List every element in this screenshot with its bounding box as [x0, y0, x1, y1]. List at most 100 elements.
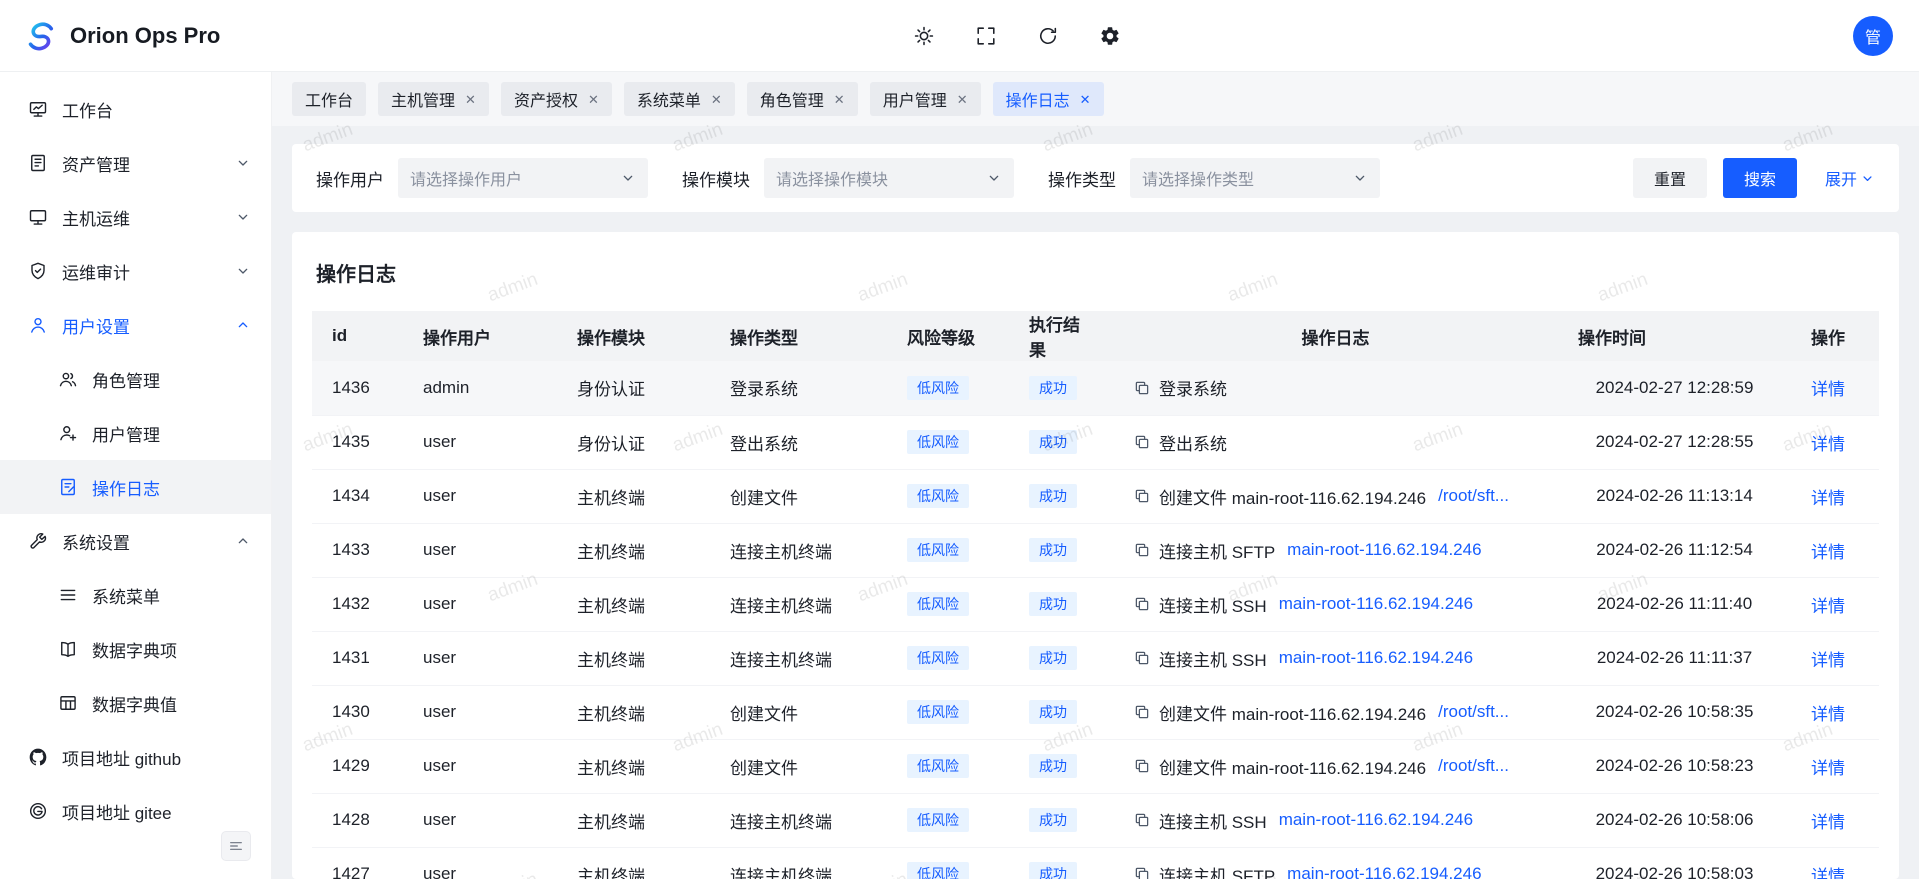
action-cell: 详情: [1791, 469, 1879, 523]
type-cell: 登出系统: [710, 415, 887, 469]
reset-button[interactable]: 重置: [1633, 158, 1707, 198]
fullscreen-icon[interactable]: [975, 25, 997, 47]
search-button[interactable]: 搜索: [1723, 158, 1797, 198]
id-cell: 1430: [312, 685, 403, 739]
detail-link[interactable]: 详情: [1811, 705, 1845, 724]
sidebar-item[interactable]: 操作日志: [0, 460, 271, 514]
operation-log-icon: [58, 477, 78, 497]
tab-close-icon[interactable]: ✕: [834, 93, 845, 106]
log-link[interactable]: main-root-116.62.194.246: [1279, 594, 1473, 614]
log-table: id 操作用户 操作模块 操作类型 风险等级 执行结果: [312, 311, 1879, 879]
log-link[interactable]: main-root-116.62.194.246: [1279, 648, 1473, 668]
sidebar-item[interactable]: 项目地址 github: [0, 730, 271, 784]
log-text: 连接主机 SFTP: [1159, 538, 1275, 563]
tab-chip[interactable]: 操作日志 ✕: [993, 82, 1104, 116]
risk-tag: 低风险: [907, 538, 969, 562]
tab-label: 资产授权: [514, 87, 578, 111]
detail-link[interactable]: 详情: [1811, 813, 1845, 832]
type-cell: 登录系统: [710, 361, 887, 415]
audit-icon: [28, 261, 48, 281]
log-link[interactable]: main-root-116.62.194.246: [1287, 540, 1481, 560]
sidebar-item[interactable]: 系统菜单: [0, 568, 271, 622]
detail-link[interactable]: 详情: [1811, 489, 1845, 508]
expand-link[interactable]: 展开: [1825, 166, 1875, 190]
sidebar-item[interactable]: 角色管理: [0, 352, 271, 406]
sidebar-item[interactable]: 用户管理: [0, 406, 271, 460]
log-link[interactable]: main-root-116.62.194.246: [1279, 810, 1473, 830]
user-cell: user: [403, 577, 557, 631]
log-link[interactable]: main-root-116.62.194.246: [1287, 864, 1481, 879]
id-cell: 1433: [312, 523, 403, 577]
tab-chip[interactable]: 主机管理 ✕: [378, 82, 489, 116]
copy-icon: [1133, 379, 1151, 397]
column-header: 操作用户: [403, 311, 557, 361]
log-cell: 连接主机 SFTP main-root-116.62.194.246: [1113, 847, 1558, 879]
dict-value-icon: [58, 693, 78, 713]
detail-link[interactable]: 详情: [1811, 380, 1845, 399]
tab-label: 用户管理: [883, 87, 947, 111]
theme-icon[interactable]: [913, 25, 935, 47]
risk-cell: 低风险: [887, 631, 1009, 685]
log-cell: 登录系统: [1113, 361, 1558, 415]
gitee-icon: [28, 801, 48, 821]
tab-chip[interactable]: 角色管理 ✕: [747, 82, 858, 116]
table-row: 1429 user 主机终端 创建文件 低风险 成功: [312, 739, 1879, 793]
sidebar-item[interactable]: 用户设置: [0, 298, 271, 352]
tab-close-icon[interactable]: ✕: [1080, 93, 1091, 106]
id-cell: 1428: [312, 793, 403, 847]
log-link[interactable]: /root/sft...: [1438, 486, 1509, 506]
detail-link[interactable]: 详情: [1811, 543, 1845, 562]
log-text: 登出系统: [1159, 430, 1227, 455]
detail-link[interactable]: 详情: [1811, 435, 1845, 454]
log-link[interactable]: /root/sft...: [1438, 756, 1509, 776]
tab-close-icon[interactable]: ✕: [957, 93, 968, 106]
table-row: 1432 user 主机终端 连接主机终端 低风险 成功: [312, 577, 1879, 631]
tab-close-icon[interactable]: ✕: [465, 93, 476, 106]
sidebar-item[interactable]: 项目地址 gitee: [0, 784, 271, 838]
filter-placeholder: 请选择操作类型: [1142, 166, 1254, 190]
tab-chip[interactable]: 用户管理 ✕: [870, 82, 981, 116]
sidebar-collapse-button[interactable]: [221, 831, 251, 861]
tab-chip[interactable]: 系统菜单 ✕: [624, 82, 735, 116]
tab-close-icon[interactable]: ✕: [588, 93, 599, 106]
detail-link[interactable]: 详情: [1811, 651, 1845, 670]
avatar[interactable]: 管: [1853, 16, 1893, 56]
tab-chip[interactable]: 工作台: [292, 82, 366, 116]
refresh-icon[interactable]: [1037, 25, 1059, 47]
copy-icon: [1133, 811, 1151, 829]
table-row: 1431 user 主机终端 连接主机终端 低风险 成功: [312, 631, 1879, 685]
time-cell: 2024-02-26 11:12:54: [1558, 523, 1791, 577]
filter-select[interactable]: 请选择操作用户: [398, 158, 648, 198]
tab-close-icon[interactable]: ✕: [711, 93, 722, 106]
sidebar-item[interactable]: 运维审计: [0, 244, 271, 298]
sidebar-item-label: 运维审计: [62, 259, 130, 284]
sidebar-item-label: 资产管理: [62, 151, 130, 176]
copy-icon: [1133, 703, 1151, 721]
sidebar-item[interactable]: 数据字典项: [0, 622, 271, 676]
sidebar-item-label: 项目地址 gitee: [62, 799, 172, 824]
result-cell: 成功: [1009, 361, 1113, 415]
log-link[interactable]: /root/sft...: [1438, 702, 1509, 722]
tab-chip[interactable]: 资产授权 ✕: [501, 82, 612, 116]
user-settings-icon: [28, 315, 48, 335]
sidebar-item[interactable]: 工作台: [0, 82, 271, 136]
brand: Orion Ops Pro: [22, 18, 220, 54]
detail-link[interactable]: 详情: [1811, 597, 1845, 616]
action-cell: 详情: [1791, 361, 1879, 415]
filter-select[interactable]: 请选择操作模块: [764, 158, 1014, 198]
detail-link[interactable]: 详情: [1811, 867, 1845, 879]
chevron-down-icon: [235, 263, 251, 279]
sidebar-item[interactable]: 数据字典值: [0, 676, 271, 730]
settings-icon[interactable]: [1099, 25, 1121, 47]
sidebar-item[interactable]: 系统设置: [0, 514, 271, 568]
detail-link[interactable]: 详情: [1811, 759, 1845, 778]
sidebar-item[interactable]: 资产管理: [0, 136, 271, 190]
module-cell: 主机终端: [557, 847, 710, 879]
filter-select[interactable]: 请选择操作类型: [1130, 158, 1380, 198]
time-cell: 2024-02-26 10:58:23: [1558, 739, 1791, 793]
column-header: id: [312, 311, 403, 361]
chevron-down-icon: [1860, 171, 1875, 186]
risk-tag: 低风险: [907, 592, 969, 616]
sidebar-item[interactable]: 主机运维: [0, 190, 271, 244]
host-icon: [28, 207, 48, 227]
